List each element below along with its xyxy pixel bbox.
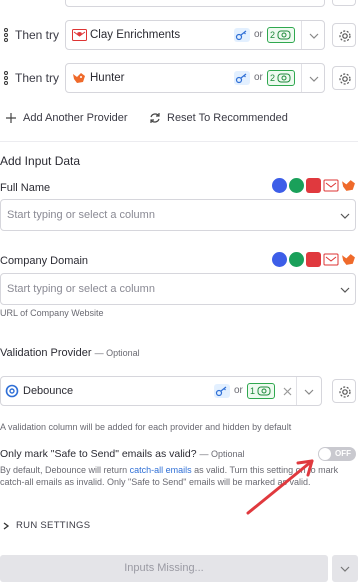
hunter-fox-icon	[73, 73, 85, 83]
provider-logo-icon	[306, 178, 321, 193]
full-name-provider-icons	[272, 178, 356, 193]
add-provider-label: Add Another Provider	[23, 112, 128, 124]
company-domain-input[interactable]: Start typing or select a column	[0, 273, 356, 305]
add-provider-button[interactable]: Add Another Provider	[6, 112, 128, 124]
then-try-label: Then try	[15, 28, 60, 42]
run-options-button[interactable]	[332, 555, 358, 582]
provider-logo-icon	[272, 178, 287, 193]
validation-settings-button[interactable]	[332, 379, 356, 403]
chevron-down-icon[interactable]	[340, 211, 350, 221]
chevron-down-icon	[340, 566, 350, 572]
toggle-state: OFF	[335, 449, 351, 458]
clear-icon[interactable]	[283, 387, 292, 396]
reset-label: Reset To Recommended	[167, 112, 288, 124]
plus-icon	[6, 113, 16, 123]
previous-provider-box[interactable]	[65, 0, 325, 7]
catch-all-link[interactable]: catch-all emails	[130, 465, 192, 475]
drag-handle-icon[interactable]	[2, 71, 10, 85]
or-label: or	[234, 385, 243, 396]
validation-provider-select[interactable]: Debounce or 1	[0, 376, 322, 406]
run-settings-toggle[interactable]: RUN SETTINGS	[3, 520, 90, 531]
provider-row-hunter: Then try Hunter or 2	[0, 60, 358, 96]
company-domain-label: Company Domain	[0, 255, 89, 267]
run-settings-label: RUN SETTINGS	[16, 520, 91, 531]
credit-count: 2	[270, 30, 276, 40]
reset-recommended-button[interactable]: Reset To Recommended	[149, 112, 288, 124]
company-domain-provider-icons	[272, 252, 356, 267]
full-name-label: Full Name	[0, 182, 51, 194]
credit-badge: 2	[267, 27, 295, 43]
coins-icon	[257, 386, 271, 396]
safe-to-send-label: Only mark "Safe to Send" emails as valid…	[0, 448, 197, 460]
chevron-down-icon[interactable]	[309, 74, 319, 84]
company-domain-helper: URL of Company Website	[0, 308, 104, 318]
full-name-input[interactable]: Start typing or select a column	[0, 199, 356, 231]
chevron-down-icon[interactable]	[340, 285, 350, 295]
provider-logo-icon	[306, 252, 321, 267]
safe-to-send-toggle[interactable]: OFF	[318, 447, 356, 461]
credit-badge: 1	[247, 383, 275, 399]
gear-icon	[339, 30, 351, 42]
refresh-icon	[150, 113, 160, 123]
then-try-label: Then try	[15, 71, 60, 85]
clay-logo-icon	[323, 179, 339, 192]
credit-count: 1	[250, 386, 256, 396]
chevron-down-icon[interactable]	[304, 387, 314, 397]
clay-logo-icon	[72, 29, 87, 41]
key-icon	[234, 71, 250, 85]
company-domain-placeholder: Start typing or select a column	[7, 283, 155, 295]
provider-settings-button[interactable]	[332, 23, 356, 47]
divider	[296, 377, 297, 405]
provider-settings-button[interactable]	[332, 66, 356, 90]
provider-select-hunter[interactable]: Hunter or 2	[65, 63, 325, 93]
validation-provider-name: Debounce	[23, 385, 74, 397]
key-icon	[234, 28, 250, 42]
optional-tag: — Optional	[94, 348, 140, 358]
provider-name: Clay Enrichments	[90, 29, 181, 41]
debounce-logo-icon	[5, 384, 19, 398]
previous-settings-button[interactable]	[332, 0, 356, 6]
provider-logo-icon	[272, 252, 287, 267]
validation-provider-label: Validation Provider	[0, 347, 92, 359]
description-text: By default, Debounce will return	[0, 465, 130, 475]
gear-icon	[339, 73, 351, 85]
hunter-fox-icon	[342, 254, 355, 265]
full-name-placeholder: Start typing or select a column	[7, 209, 155, 221]
validation-provider-heading: Validation Provider — Optional	[0, 347, 140, 359]
input-data-title: Add Input Data	[0, 154, 81, 168]
toggle-knob	[319, 448, 331, 460]
divider	[301, 64, 302, 92]
inputs-missing-button[interactable]: Inputs Missing...	[0, 555, 328, 582]
inputs-missing-label: Inputs Missing...	[124, 562, 204, 574]
key-icon	[214, 384, 230, 398]
drag-handle-icon[interactable]	[2, 28, 10, 42]
divider	[301, 21, 302, 49]
coins-icon	[277, 30, 291, 40]
provider-name: Hunter	[90, 72, 125, 84]
credit-count: 2	[270, 73, 276, 83]
annotation-arrow-icon	[246, 459, 314, 515]
coins-icon	[277, 73, 291, 83]
section-divider	[0, 141, 358, 142]
optional-tag: — Optional	[199, 449, 245, 459]
provider-row-clay: Then try Clay Enrichments or 2	[0, 17, 358, 53]
chevron-down-icon[interactable]	[309, 31, 319, 41]
safe-to-send-heading: Only mark "Safe to Send" emails as valid…	[0, 448, 245, 460]
provider-select-clay[interactable]: Clay Enrichments or 2	[65, 20, 325, 50]
chevron-right-icon	[3, 521, 10, 530]
provider-logo-icon	[289, 178, 304, 193]
clay-logo-icon	[323, 253, 339, 266]
provider-logo-icon	[289, 252, 304, 267]
or-label: or	[254, 72, 263, 83]
gear-icon	[339, 386, 351, 398]
credit-badge: 2	[267, 70, 295, 86]
or-label: or	[254, 29, 263, 40]
validation-helper: A validation column will be added for ea…	[0, 422, 292, 432]
hunter-fox-icon	[342, 180, 355, 191]
